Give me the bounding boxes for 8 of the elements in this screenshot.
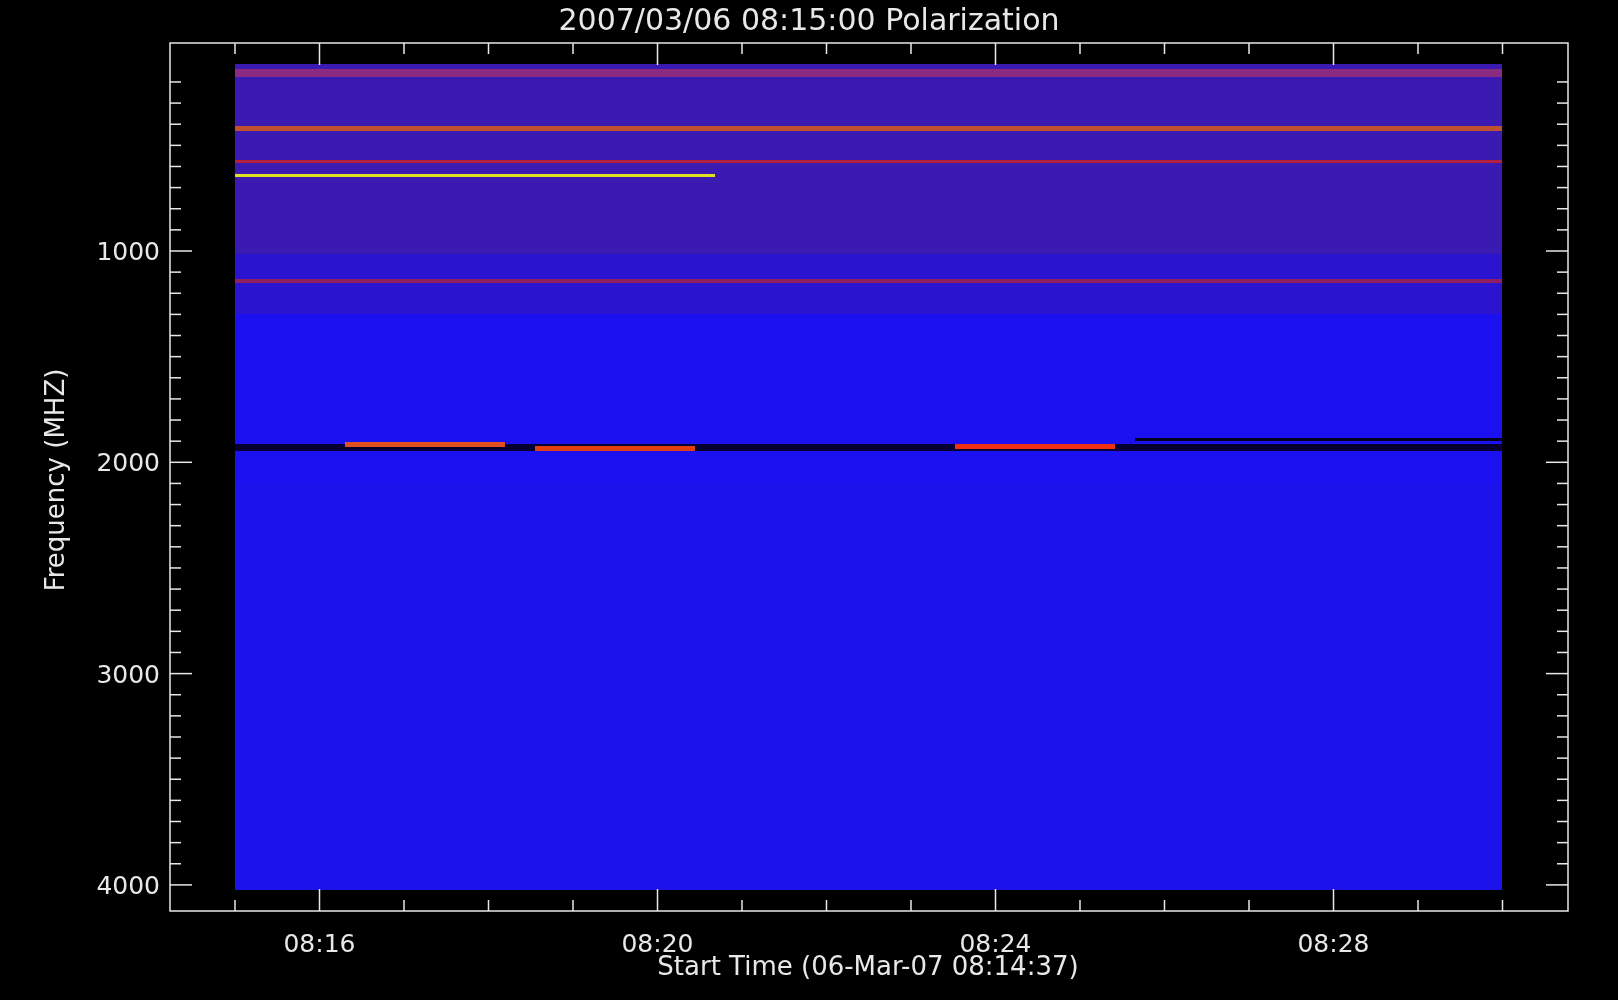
y-axis-label: Frequency (MHZ) [40,368,70,592]
y-tick-label: 1000 [96,237,160,266]
x-tick-label: 08:28 [1297,929,1370,958]
y-tick-label: 4000 [96,870,160,900]
y-tick-label: 3000 [96,659,160,689]
x-tick-label: 08:16 [283,929,356,958]
y-tick-label: 2000 [96,448,160,478]
plot-title: 2007/03/06 08:15:00 Polarization [558,2,1060,37]
